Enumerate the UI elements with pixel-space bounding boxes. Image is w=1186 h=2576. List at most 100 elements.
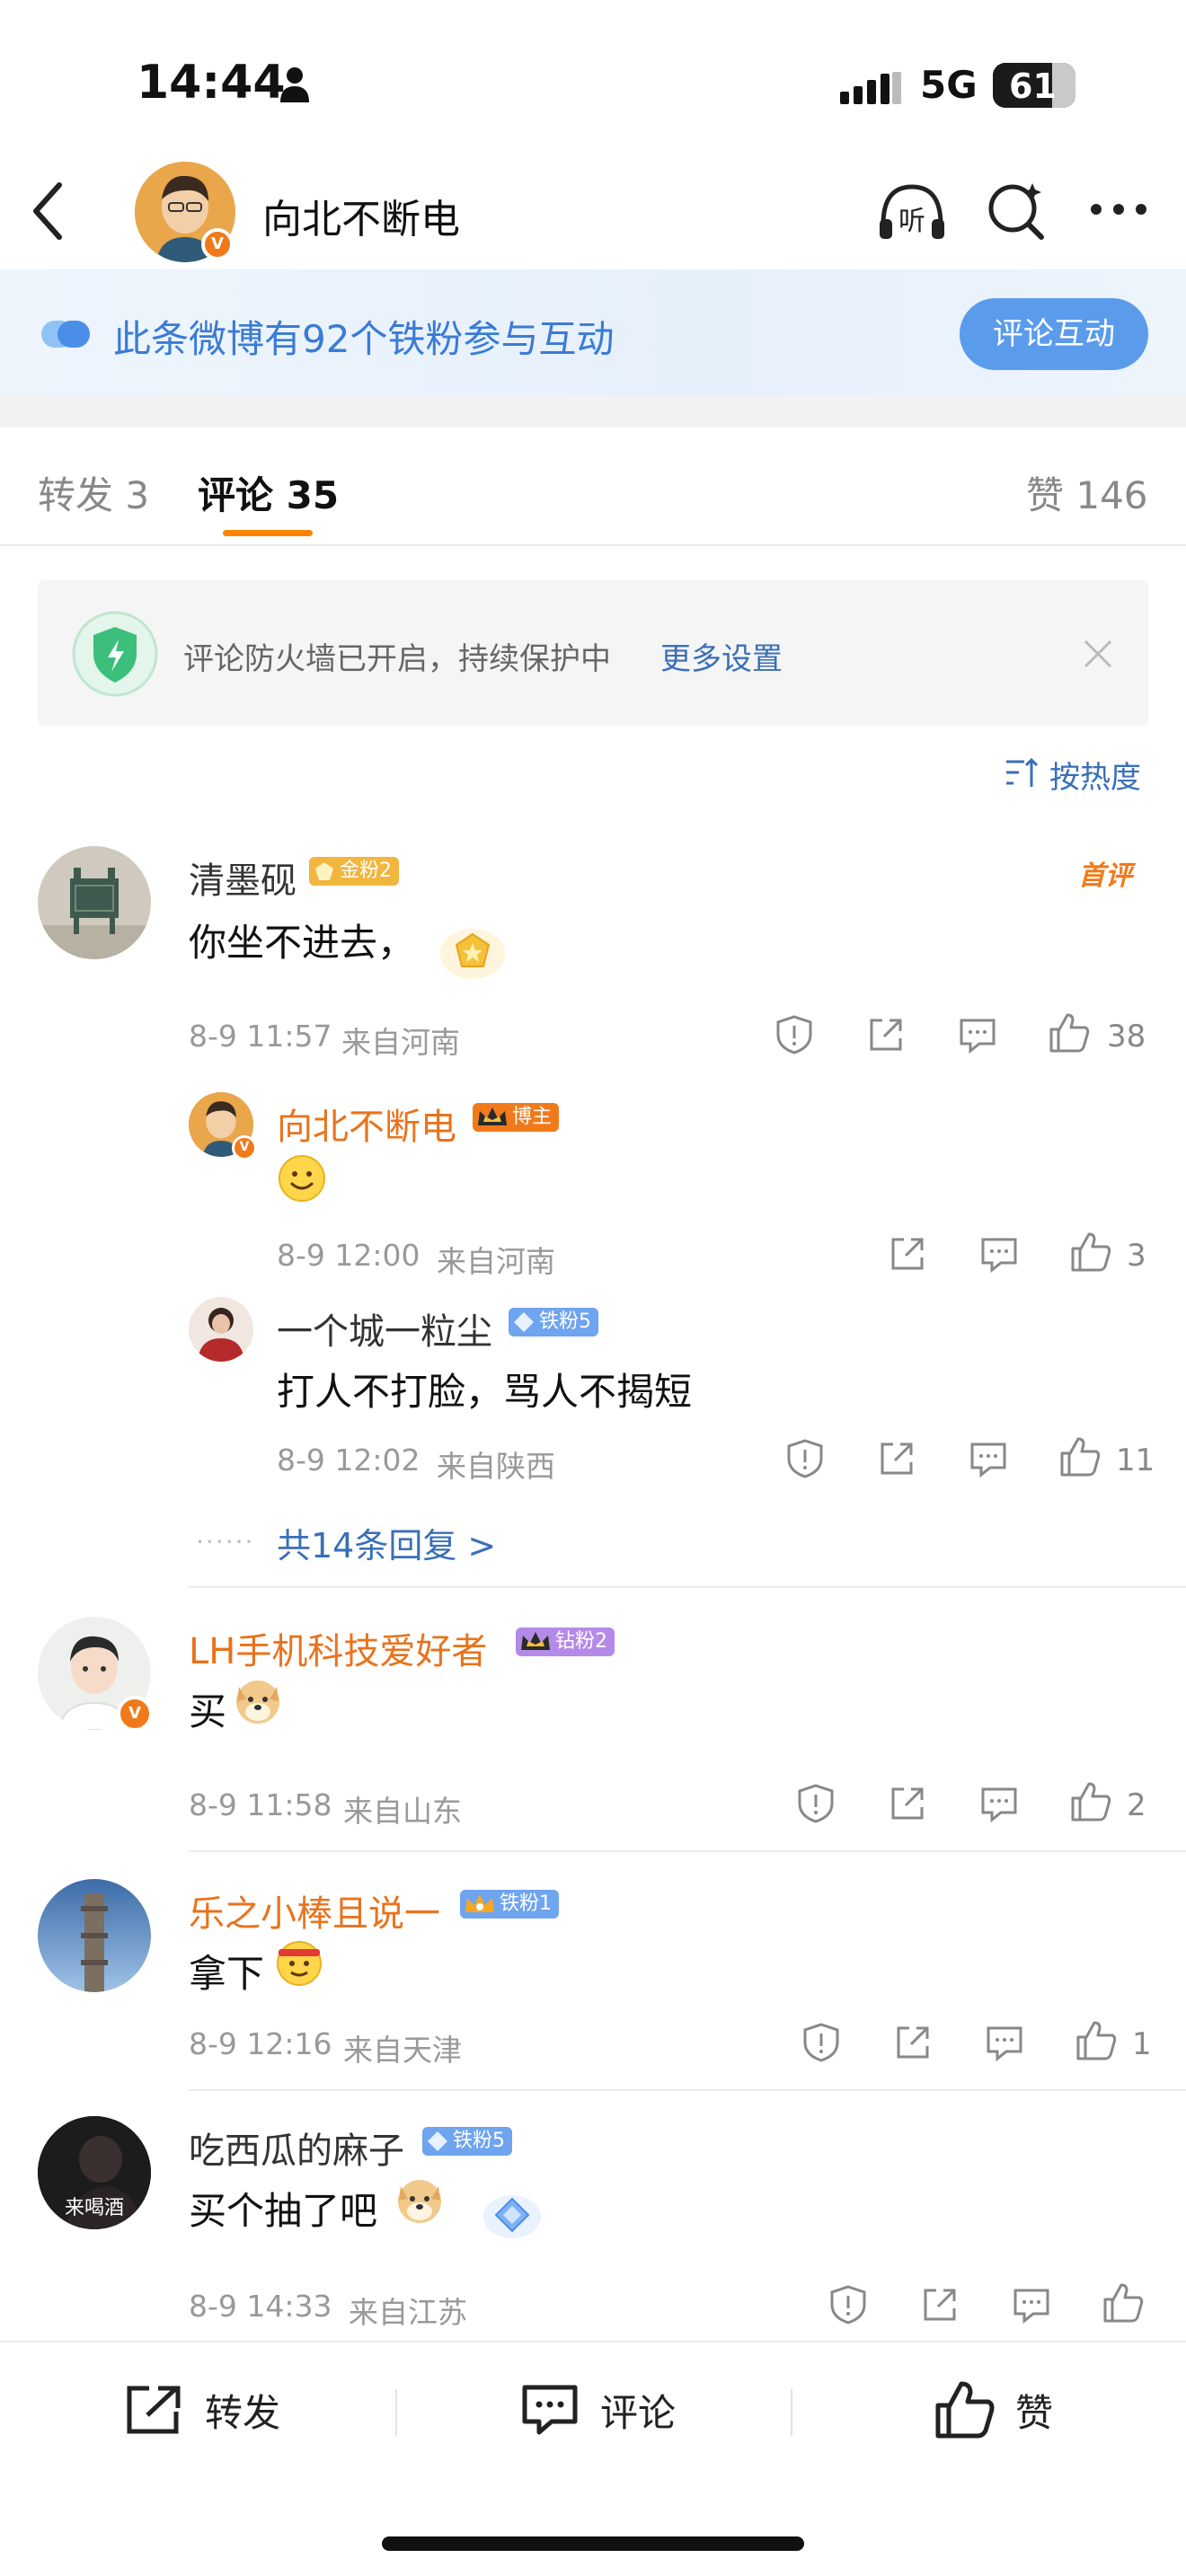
reply-icon[interactable] (978, 1782, 1021, 1825)
reply-icon[interactable] (1010, 2283, 1053, 2326)
comment-text: 你坐不进去， (189, 921, 416, 965)
tab-repost[interactable]: 转发 3 (38, 465, 149, 520)
like-icon[interactable] (1069, 1780, 1112, 1823)
comment-username[interactable]: 清墨砚 (189, 851, 296, 904)
battery-level: 61 (1009, 66, 1057, 106)
comment-time: 8-9 12:16 (189, 2026, 332, 2061)
reply-icon[interactable] (956, 1013, 999, 1056)
fan-badge-label: 金粉2 (340, 860, 392, 882)
avatar-caption: 来喝酒 (64, 2197, 124, 2219)
fighting-emoji-icon (277, 1941, 322, 1986)
reply-avatar[interactable] (189, 1297, 253, 1362)
fan-banner-text: 此条微博有92个铁粉参与互动 (113, 317, 615, 361)
comment-time: 8-9 14:33 (189, 2289, 332, 2324)
reply-username[interactable]: 一个城一粒尘 (277, 1302, 492, 1354)
like-count: 1 (1132, 2026, 1152, 2062)
comment-location: 来自河南 (341, 1025, 460, 1060)
sort-icon[interactable] (1005, 756, 1040, 789)
battery-icon: 61 (993, 63, 1075, 108)
tabs-divider (0, 544, 1186, 546)
home-indicator (382, 2536, 804, 2551)
reply-dots: ······ (196, 1527, 255, 1557)
firewall-notice-text: 评论防火墙已开启，持续保护中 (183, 641, 611, 677)
author-name[interactable]: 向北不断电 (262, 187, 460, 244)
like-count: 38 (1107, 1019, 1146, 1054)
reply-username[interactable]: 向北不断电 (277, 1098, 456, 1150)
report-icon[interactable] (783, 1437, 827, 1480)
back-icon[interactable] (27, 180, 66, 243)
report-icon[interactable] (800, 2021, 843, 2064)
reply-icon[interactable] (983, 2021, 1026, 2064)
doge-emoji-icon (236, 1681, 279, 1724)
comment-username[interactable]: 乐之小棒且说一 (189, 1884, 440, 1936)
share-icon[interactable] (891, 2021, 934, 2064)
first-comment-tag: 首评 (1078, 860, 1132, 892)
comment-icon (522, 2385, 578, 2435)
like-count: 3 (1127, 1238, 1146, 1274)
like-icon (935, 2381, 995, 2439)
comment-text: 买 (189, 1689, 227, 1734)
tab-likes[interactable]: 赞 146 (1026, 465, 1148, 520)
comment-button[interactable]: 评论 (519, 2378, 676, 2441)
fan-badge-label: 铁粉1 (500, 1892, 552, 1915)
fan-badge: 金粉2 (309, 857, 399, 886)
like-count: 2 (1127, 1787, 1146, 1823)
report-icon[interactable] (794, 1782, 837, 1825)
like-icon[interactable] (1102, 2281, 1145, 2325)
diamond-medal-icon (483, 2195, 541, 2238)
comment-label: 评论 (600, 2390, 677, 2435)
repost-label: 转发 (205, 2390, 281, 2435)
like-icon[interactable] (1048, 1011, 1091, 1054)
repost-icon (127, 2386, 181, 2434)
share-icon[interactable] (864, 1013, 907, 1056)
comment-divider (189, 1586, 1186, 1588)
reply-icon[interactable] (978, 1232, 1021, 1275)
comment-time: 8-9 11:58 (189, 1787, 332, 1822)
more-icon[interactable] (1087, 199, 1150, 219)
comment-location: 来自天津 (343, 2033, 462, 2068)
repost-button[interactable]: 转发 (124, 2378, 280, 2441)
tab-active-indicator (223, 530, 313, 536)
bar-separator (791, 2389, 792, 2436)
comment-location: 来自山东 (343, 1794, 462, 1829)
comment-username[interactable]: 吃西瓜的麻子 (189, 2122, 404, 2174)
comment-divider (189, 2089, 1186, 2091)
like-icon[interactable] (1069, 1231, 1112, 1274)
shield-icon (72, 611, 158, 697)
reply-location: 来自陕西 (437, 1449, 555, 1484)
comment-interact-button[interactable]: 评论互动 (960, 298, 1148, 370)
more-settings-link[interactable]: 更多设置 (660, 634, 783, 678)
close-icon[interactable] (1080, 636, 1116, 672)
reply-icon[interactable] (967, 1437, 1010, 1480)
reply-time: 8-9 12:02 (277, 1442, 420, 1478)
more-replies-link[interactable]: 共14条回复 > (277, 1518, 496, 1567)
crown-icon (478, 1107, 507, 1125)
user-photo-icon (189, 1297, 253, 1362)
tab-comments[interactable]: 评论 35 (198, 465, 339, 520)
signal-icon (840, 72, 901, 104)
like-icon[interactable] (1058, 1435, 1102, 1478)
share-icon[interactable] (886, 1782, 929, 1825)
fan-badge-label: 铁粉5 (453, 2130, 505, 2152)
gold-fan-icon (315, 862, 333, 880)
diamond-icon (514, 1312, 534, 1332)
search-icon[interactable] (984, 178, 1047, 243)
share-icon[interactable] (918, 2283, 961, 2326)
listen-icon[interactable]: 听 (876, 180, 948, 243)
avatar[interactable]: 来喝酒 (38, 2116, 151, 2229)
like-icon[interactable] (1075, 2019, 1118, 2062)
network-label: 5G (920, 63, 978, 107)
share-icon[interactable] (875, 1437, 918, 1480)
comment-time: 8-9 11:57 (189, 1019, 332, 1054)
verified-badge: V (201, 228, 234, 260)
report-icon[interactable] (827, 2283, 870, 2326)
avatar[interactable] (38, 846, 151, 959)
sort-by-hot[interactable]: 按热度 (1049, 753, 1141, 797)
like-button[interactable]: 赞 (934, 2378, 1053, 2441)
report-icon[interactable] (773, 1013, 816, 1056)
fan-badge-label: 钻粉2 (555, 1630, 607, 1653)
author-badge-label: 博主 (512, 1106, 553, 1128)
avatar[interactable] (38, 1879, 151, 1992)
comment-username[interactable]: LH手机科技爱好者 (189, 1622, 487, 1674)
share-icon[interactable] (886, 1232, 929, 1275)
